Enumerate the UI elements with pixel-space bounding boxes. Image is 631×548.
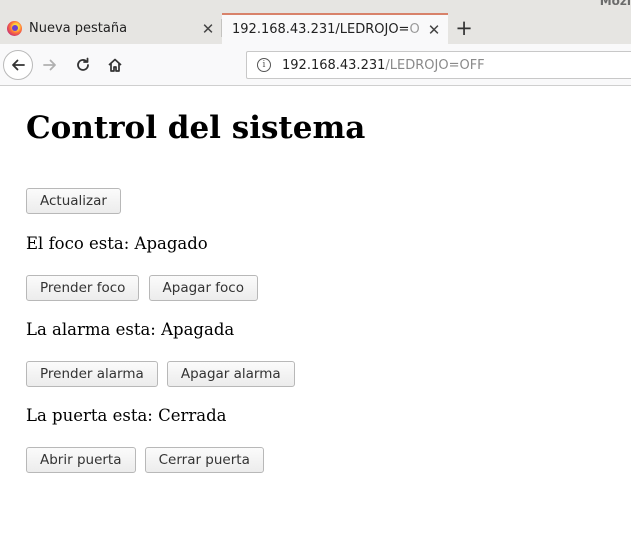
window-title: Mozi xyxy=(599,0,631,8)
close-icon[interactable]: ✕ xyxy=(424,21,444,39)
new-tab-button[interactable]: + xyxy=(452,14,476,42)
tab-strip: Mozi Nueva pestaña ✕ 192.168.43.231/LEDR… xyxy=(0,0,631,44)
page-title: Control del sistema xyxy=(26,110,366,146)
reload-icon[interactable] xyxy=(70,52,96,78)
tab-label: Nueva pestaña xyxy=(29,21,128,36)
address-bar[interactable]: i 192.168.43.231/LEDROJO=OFF xyxy=(246,51,631,79)
alarm-status: La alarma esta: Apagada xyxy=(26,320,235,339)
alarm-off-button[interactable]: Apagar alarma xyxy=(166,361,295,387)
alarm-controls: Prender alarma Apagar alarma xyxy=(26,361,299,387)
door-controls: Abrir puerta Cerrar puerta xyxy=(26,447,268,473)
light-controls: Prender foco Apagar foco xyxy=(26,275,262,301)
forward-arrow-icon[interactable] xyxy=(37,52,63,78)
light-on-button[interactable]: Prender foco xyxy=(26,275,140,301)
door-status: La puerta esta: Cerrada xyxy=(26,406,227,425)
refresh-button[interactable]: Actualizar xyxy=(26,188,121,214)
tab-ledrojo[interactable]: 192.168.43.231/LEDROJO=O ✕ xyxy=(222,13,448,44)
door-close-button[interactable]: Cerrar puerta xyxy=(144,447,264,473)
tab-label: 192.168.43.231/LEDROJO=O xyxy=(232,22,420,37)
door-open-button[interactable]: Abrir puerta xyxy=(26,447,136,473)
tab-nueva-pestana[interactable]: Nueva pestaña ✕ xyxy=(0,13,222,44)
info-icon[interactable]: i xyxy=(257,58,271,72)
url-host: 192.168.43.231 xyxy=(282,57,386,73)
refresh-row: Actualizar xyxy=(26,188,125,214)
light-status: El foco esta: Apagado xyxy=(26,234,208,253)
light-off-button[interactable]: Apagar foco xyxy=(148,275,258,301)
url-path: /LEDROJO=OFF xyxy=(385,57,485,73)
firefox-icon xyxy=(7,21,22,36)
navigation-toolbar: i 192.168.43.231/LEDROJO=OFF xyxy=(0,44,631,86)
home-icon[interactable] xyxy=(102,52,128,78)
back-arrow-icon[interactable] xyxy=(3,50,33,80)
close-icon[interactable]: ✕ xyxy=(198,20,218,38)
page-content: Control del sistema Actualizar El foco e… xyxy=(26,86,606,473)
alarm-on-button[interactable]: Prender alarma xyxy=(26,361,158,387)
